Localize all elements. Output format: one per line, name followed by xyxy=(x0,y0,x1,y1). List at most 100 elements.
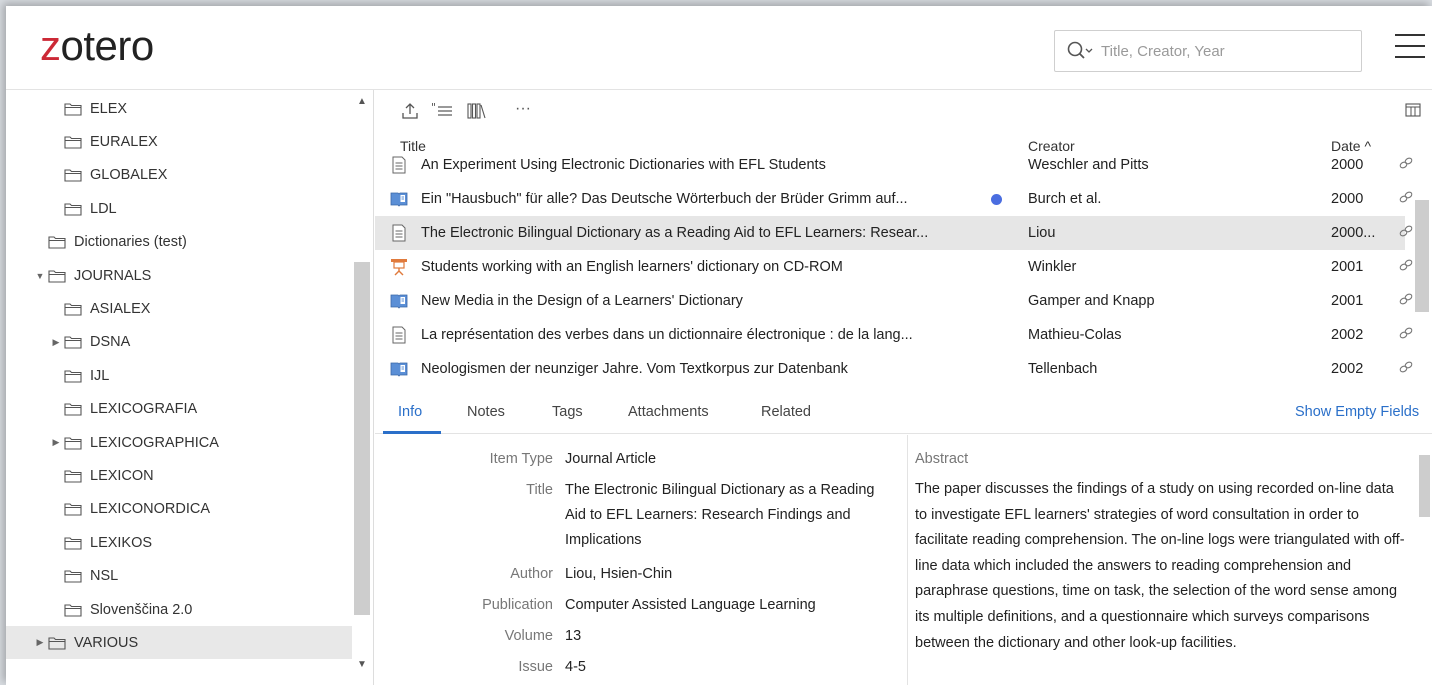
field-value-item-type[interactable]: Journal Article xyxy=(565,447,885,472)
folder-icon xyxy=(64,202,82,216)
folder-icon xyxy=(64,469,82,483)
item-row[interactable]: An Experiment Using Electronic Dictionar… xyxy=(375,156,1413,182)
hamburger-menu-icon[interactable] xyxy=(1395,34,1425,60)
abstract-text[interactable]: The paper discusses the findings of a st… xyxy=(915,477,1407,656)
items-toolbar: " ··· xyxy=(375,90,1432,130)
zotero-window: zotero ELEX EURALEX GLOBALEX LDL Dictionarie… xyxy=(6,6,1432,685)
search-box[interactable] xyxy=(1054,30,1362,72)
item-title: Students working with an English learner… xyxy=(421,259,843,275)
collection-label: LEXICONORDICA xyxy=(90,501,211,518)
item-creator: Weschler and Pitts xyxy=(1028,157,1149,173)
logo-z: z xyxy=(40,22,61,69)
item-row[interactable]: La représentation des verbes dans un dic… xyxy=(375,318,1413,352)
expand-right-icon[interactable]: ▶ xyxy=(34,637,46,648)
collection-item[interactable]: ▶ DSNA xyxy=(6,326,352,359)
folder-icon xyxy=(64,603,82,617)
link-attachment-icon[interactable] xyxy=(1399,190,1413,207)
collection-item[interactable]: ▶ LEXICOGRAPHICA xyxy=(6,426,352,459)
item-title: New Media in the Design of a Learners' D… xyxy=(421,293,743,309)
collection-item[interactable]: Dictionaries (test) xyxy=(6,226,352,259)
collection-item[interactable]: GLOBALEX xyxy=(6,159,352,192)
collection-item[interactable]: IJL xyxy=(6,359,352,392)
item-tabs: Info Notes Tags Attachments Related Show… xyxy=(375,392,1432,434)
field-value-volume[interactable]: 13 xyxy=(565,624,885,649)
link-attachment-icon[interactable] xyxy=(1399,292,1413,309)
collection-item[interactable]: LEXIKOS xyxy=(6,526,352,559)
collection-item[interactable]: LEXICON xyxy=(6,459,352,492)
tab-info[interactable]: Info xyxy=(398,404,422,420)
collections-scroll-thumb[interactable] xyxy=(354,262,370,615)
collection-item[interactable]: EURALEX xyxy=(6,125,352,158)
zotero-logo[interactable]: zotero xyxy=(40,22,154,70)
folder-icon xyxy=(64,569,82,583)
field-value-title[interactable]: The Electronic Bilingual Dictionary as a… xyxy=(565,478,885,553)
active-tab-indicator xyxy=(383,431,441,434)
collection-label: LEXICON xyxy=(90,467,154,484)
field-value-author[interactable]: Liou, Hsien-Chin xyxy=(565,562,885,587)
link-attachment-icon[interactable] xyxy=(1399,156,1413,173)
item-row[interactable]: Neologismen der neunziger Jahre. Vom Tex… xyxy=(375,352,1413,386)
collection-item[interactable]: LDL xyxy=(6,192,352,225)
item-date: 2002 xyxy=(1331,327,1364,343)
book-icon xyxy=(390,360,408,378)
citation-icon[interactable]: " xyxy=(431,101,453,120)
item-date: 2000... xyxy=(1331,225,1376,241)
collection-label: ASIALEX xyxy=(90,300,151,317)
link-attachment-icon[interactable] xyxy=(1399,224,1413,241)
field-value-publication[interactable]: Computer Assisted Language Learning xyxy=(565,593,885,618)
abstract-scroll-thumb[interactable] xyxy=(1419,455,1430,517)
scroll-down-icon[interactable]: ▼ xyxy=(357,659,367,670)
field-label-volume: Volume xyxy=(504,628,553,644)
item-row[interactable]: Ein "Hausbuch" für alle? Das Deutsche Wö… xyxy=(375,182,1413,216)
columns-icon[interactable] xyxy=(1405,102,1421,120)
item-creator: Mathieu-Colas xyxy=(1028,327,1122,343)
collection-item[interactable]: Slovenščina 2.0 xyxy=(6,593,352,626)
items-scroll-thumb[interactable] xyxy=(1415,200,1429,312)
collection-label: IJL xyxy=(90,367,110,384)
column-header-creator[interactable]: Creator xyxy=(1028,138,1075,154)
column-header-title[interactable]: Title xyxy=(400,138,426,154)
item-row[interactable]: Students working with an English learner… xyxy=(375,250,1413,284)
item-row[interactable]: The Electronic Bilingual Dictionary as a… xyxy=(375,216,1413,250)
items-list: An Experiment Using Electronic Dictionar… xyxy=(375,156,1432,392)
folder-icon xyxy=(64,168,82,182)
item-creator: Burch et al. xyxy=(1028,191,1102,207)
link-attachment-icon[interactable] xyxy=(1399,326,1413,343)
field-label-author: Author xyxy=(510,566,553,582)
collection-item[interactable]: ASIALEX xyxy=(6,292,352,325)
tab-tags[interactable]: Tags xyxy=(552,404,583,420)
library-icon[interactable] xyxy=(467,102,487,120)
tab-notes[interactable]: Notes xyxy=(467,404,505,420)
item-row[interactable]: New Media in the Design of a Learners' D… xyxy=(375,284,1413,318)
field-value-issue[interactable]: 4-5 xyxy=(565,655,885,680)
item-date: 2001 xyxy=(1331,259,1364,275)
folder-icon xyxy=(64,102,82,116)
item-creator: Gamper and Knapp xyxy=(1028,293,1155,309)
expand-right-icon[interactable]: ▶ xyxy=(50,437,62,448)
collections-pane: ELEX EURALEX GLOBALEX LDL Dictionaries (test… xyxy=(6,90,374,685)
column-header-date[interactable]: Date ^ xyxy=(1331,138,1371,154)
collection-item[interactable]: ELEX xyxy=(6,92,352,125)
scroll-up-icon[interactable]: ▲ xyxy=(357,96,367,107)
search-icon[interactable] xyxy=(1067,40,1097,62)
search-input[interactable] xyxy=(1101,42,1351,60)
presentation-icon xyxy=(390,258,408,276)
collection-item[interactable]: LEXICONORDICA xyxy=(6,493,352,526)
link-attachment-icon[interactable] xyxy=(1399,360,1413,377)
tab-related[interactable]: Related xyxy=(761,404,811,420)
collection-item[interactable]: NSL xyxy=(6,560,352,593)
tab-attachments[interactable]: Attachments xyxy=(628,404,709,420)
item-title: La représentation des verbes dans un dic… xyxy=(421,327,913,343)
collection-label: DSNA xyxy=(90,334,131,351)
collection-item[interactable]: LEXICOGRAFIA xyxy=(6,393,352,426)
more-actions-icon[interactable]: ··· xyxy=(515,100,531,118)
link-attachment-icon[interactable] xyxy=(1399,258,1413,275)
collection-item[interactable]: ▼ JOURNALS xyxy=(6,259,352,292)
expand-down-icon[interactable]: ▼ xyxy=(34,271,46,281)
show-empty-fields-link[interactable]: Show Empty Fields xyxy=(1295,404,1419,420)
expand-right-icon[interactable]: ▶ xyxy=(50,337,62,348)
export-icon[interactable] xyxy=(401,102,419,120)
item-title: Ein "Hausbuch" für alle? Das Deutsche Wö… xyxy=(421,191,908,207)
collection-item[interactable]: ▶ VARIOUS xyxy=(6,626,352,660)
collection-label: LEXIKOS xyxy=(90,534,153,551)
